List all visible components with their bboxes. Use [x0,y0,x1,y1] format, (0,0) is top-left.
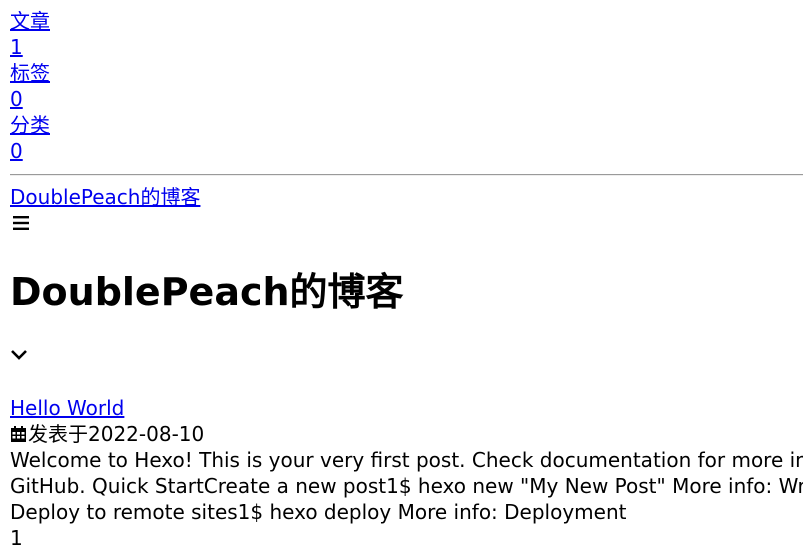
hamburger-icon[interactable] [10,214,32,232]
scroll-down-button[interactable] [10,348,28,362]
post-excerpt-line: GitHub. Quick StartCreate a new post1$ h… [10,474,803,498]
calendar-icon [11,426,26,442]
post-card: Hello World 发表于 2022-08-10 Welcome to Hex… [10,395,803,551]
stat-articles-label[interactable]: 文章 [10,9,50,33]
stat-categories-label[interactable]: 分类 [10,113,50,137]
site-title: DoublePeach的博客 [10,270,404,314]
site-stats: 文章 1 标签 0 分类 0 [0,0,803,164]
post-meta: 发表于 2022-08-10 [10,421,803,447]
stat-tags-label[interactable]: 标签 [10,61,50,85]
stat-articles-count[interactable]: 1 [10,35,23,59]
post-date: 2022-08-10 [88,422,205,446]
page-number[interactable]: 1 [10,525,803,551]
divider [10,174,803,176]
menu-toggle[interactable] [0,210,803,236]
site-name-link[interactable]: DoublePeach的博客 [10,185,200,209]
stat-tags-count[interactable]: 0 [10,87,23,111]
post-meta-prefix: 发表于 [28,422,88,446]
post-excerpt-line: Deploy to remote sites1$ hexo deploy Mor… [10,500,627,524]
post-title-link[interactable]: Hello World [10,396,124,420]
post-excerpt-line: Welcome to Hexo! This is your very first… [10,448,803,472]
stat-categories-count[interactable]: 0 [10,139,23,163]
chevron-down-icon[interactable] [10,348,28,362]
